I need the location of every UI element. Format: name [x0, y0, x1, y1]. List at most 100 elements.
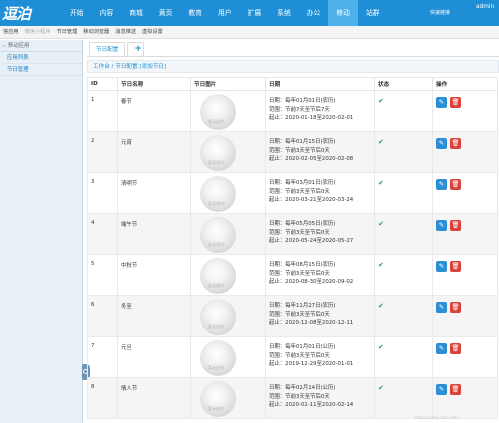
breadcrumb[interactable]: 工作台 / 节日配置 [添加节日]	[87, 60, 499, 73]
trash-icon: 🗑	[451, 221, 460, 229]
cell-id: 1	[87, 90, 118, 132]
tab-festival-config[interactable]: 节日配置	[89, 42, 126, 56]
nav-item-7[interactable]: 系统	[269, 0, 299, 26]
col-header-name: 节日名称	[117, 77, 191, 91]
range-line: 范围：节前3天至节后0天	[269, 393, 330, 400]
cell-actions: ✎ 🗑	[432, 336, 498, 378]
brand-logo[interactable]: 逗泊	[2, 3, 31, 24]
sidebar-section-title: 移动应用	[7, 43, 30, 49]
image-placeholder: 暂无图片	[200, 299, 236, 335]
cell-image: 暂无图片	[190, 172, 266, 214]
festival-table: ID 节日名称 节日图片 日期 状态 操作 1 春节 暂无图片 日期：每年01月01日…	[87, 77, 498, 419]
delete-button[interactable]: 🗑	[450, 343, 461, 354]
main-nav: 开始 内容 商城 黄页 教育 用户 扩展 系统 办公 移动 站群	[62, 0, 388, 26]
subnav-item-0[interactable]: 信应用	[0, 26, 22, 38]
cell-date: 日期：每年03月01日(农历) 范围：节前3天至节后0天 起止：2020-03-21…	[265, 172, 375, 214]
subnav-item-3[interactable]: 移动浏览器	[80, 26, 112, 38]
quick-link[interactable]: 快速链接	[430, 9, 450, 16]
col-header-date: 日期	[265, 77, 375, 91]
nav-item-9[interactable]: 移动	[328, 0, 358, 26]
image-placeholder-label: 暂无图片	[208, 119, 225, 124]
sub-nav: 信应用 微信小程序 节日管理 移动浏览器 消息推送 虚拟设置	[0, 26, 499, 39]
period-line: 起止：2020-03-21至2020-03-24	[269, 197, 354, 203]
date-line: 日期：每年08月15日(农历)	[269, 262, 336, 268]
delete-button[interactable]: 🗑	[450, 384, 461, 395]
nav-item-4[interactable]: 教育	[180, 0, 210, 26]
cell-name: 情人节	[117, 377, 191, 419]
delete-button[interactable]: 🗑	[450, 179, 461, 190]
subnav-item-5[interactable]: 虚拟设置	[139, 26, 166, 38]
cell-date: 日期：每年08月15日(农历) 范围：节前3天至节后0天 起止：2020-08-30…	[265, 254, 375, 296]
top-navbar: 逗泊 开始 内容 商城 黄页 教育 用户 扩展 系统 办公 移动 站群 快速链接 admin	[0, 0, 499, 26]
pencil-icon: ✎	[438, 262, 445, 270]
nav-item-0[interactable]: 开始	[62, 0, 92, 26]
delete-button[interactable]: 🗑	[450, 138, 461, 149]
nav-item-10[interactable]: 站群	[358, 0, 388, 26]
subnav-item-1[interactable]: 微信小程序	[22, 26, 54, 38]
edit-button[interactable]: ✎	[436, 97, 447, 108]
col-header-status: 状态	[374, 77, 433, 91]
check-icon: ✔	[378, 261, 384, 269]
delete-button[interactable]: 🗑	[450, 261, 461, 272]
cell-id: 3	[87, 172, 118, 214]
subnav-item-2[interactable]: 节日管理	[54, 26, 81, 38]
cell-image: 暂无图片	[190, 377, 266, 419]
sidebar-section-header[interactable]: ⌵ 移动应用	[0, 40, 82, 52]
pencil-icon: ✎	[438, 221, 445, 229]
nav-item-3[interactable]: 黄页	[151, 0, 181, 26]
nav-item-1[interactable]: 内容	[92, 0, 122, 26]
pencil-icon: ✎	[438, 303, 445, 311]
cell-id: 8	[87, 377, 118, 419]
nav-item-8[interactable]: 办公	[299, 0, 329, 26]
delete-button[interactable]: 🗑	[450, 97, 461, 108]
edit-button[interactable]: ✎	[436, 343, 447, 354]
cell-image: 暂无图片	[190, 254, 266, 296]
period-line: 起止：2020-02-11至2020-02-14	[269, 402, 354, 408]
cell-id: 2	[87, 131, 118, 173]
range-line: 范围：节前3天至节后0天	[269, 352, 330, 359]
tab-bar: 节日配置 +	[87, 40, 499, 57]
edit-button[interactable]: ✎	[436, 220, 447, 231]
sidebar-item-app-list[interactable]: 应用列表	[0, 52, 82, 64]
cell-date: 日期：每年11月27日(农历) 范围：节前3天至节后0天 起止：2020-12-08…	[265, 295, 375, 337]
cell-date: 日期：每年01月15日(农历) 范围：节前3天至节后0天 起止：2020-02-05…	[265, 131, 375, 173]
nav-item-6[interactable]: 扩展	[240, 0, 270, 26]
cell-id: 7	[87, 336, 118, 378]
col-header-id: ID	[87, 77, 118, 91]
edit-button[interactable]: ✎	[436, 384, 447, 395]
cell-name: 元宵	[117, 131, 191, 173]
cell-actions: ✎ 🗑	[432, 90, 498, 132]
pencil-icon: ✎	[438, 344, 445, 352]
range-line: 范围：节前3天至节后0天	[269, 229, 330, 236]
pencil-icon: ✎	[438, 139, 445, 147]
trash-icon: 🗑	[451, 385, 460, 393]
date-line: 日期：每年05月05日(农历)	[269, 221, 336, 227]
table-row: 8 情人节 暂无图片 日期：每年02月14日(公历) 范围：节前3天至节后0天 起止：20…	[87, 377, 498, 419]
cell-name: 春节	[117, 90, 191, 132]
cell-image: 暂无图片	[190, 213, 266, 255]
user-menu[interactable]: admin	[476, 4, 494, 10]
delete-button[interactable]: 🗑	[450, 220, 461, 231]
edit-button[interactable]: ✎	[436, 179, 447, 190]
delete-button[interactable]: 🗑	[450, 302, 461, 313]
sidebar-item-festival-manage[interactable]: 节日管理	[0, 64, 82, 76]
cell-actions: ✎ 🗑	[432, 131, 498, 173]
nav-item-5[interactable]: 用户	[210, 0, 240, 26]
sidebar: ⌵ 移动应用 应用列表 节日管理	[0, 40, 83, 423]
edit-button[interactable]: ✎	[436, 302, 447, 313]
table-row: 4 端午节 暂无图片 日期：每年05月05日(农历) 范围：节前3天至节后0天 起止：20…	[87, 213, 498, 255]
subnav-item-4[interactable]: 消息推送	[112, 26, 139, 38]
check-icon: ✔	[378, 302, 384, 310]
edit-button[interactable]: ✎	[436, 138, 447, 149]
cell-name: 端午节	[117, 213, 191, 255]
cell-actions: ✎ 🗑	[432, 377, 498, 419]
nav-item-2[interactable]: 商城	[121, 0, 151, 26]
range-line: 范围：节前3天至节后0天	[269, 188, 330, 195]
cell-status: ✔	[374, 254, 433, 296]
cell-name: 清明节	[117, 172, 191, 214]
add-tab-button[interactable]: +	[127, 42, 145, 56]
cell-date: 日期：每年01月01日(农历) 范围：节前7天至节后7天 起止：2020-01-18…	[265, 90, 375, 132]
cell-date: 日期：每年05月05日(农历) 范围：节前3天至节后0天 起止：2020-05-24…	[265, 213, 375, 255]
edit-button[interactable]: ✎	[436, 261, 447, 272]
image-placeholder-label: 暂无图片	[208, 160, 225, 165]
